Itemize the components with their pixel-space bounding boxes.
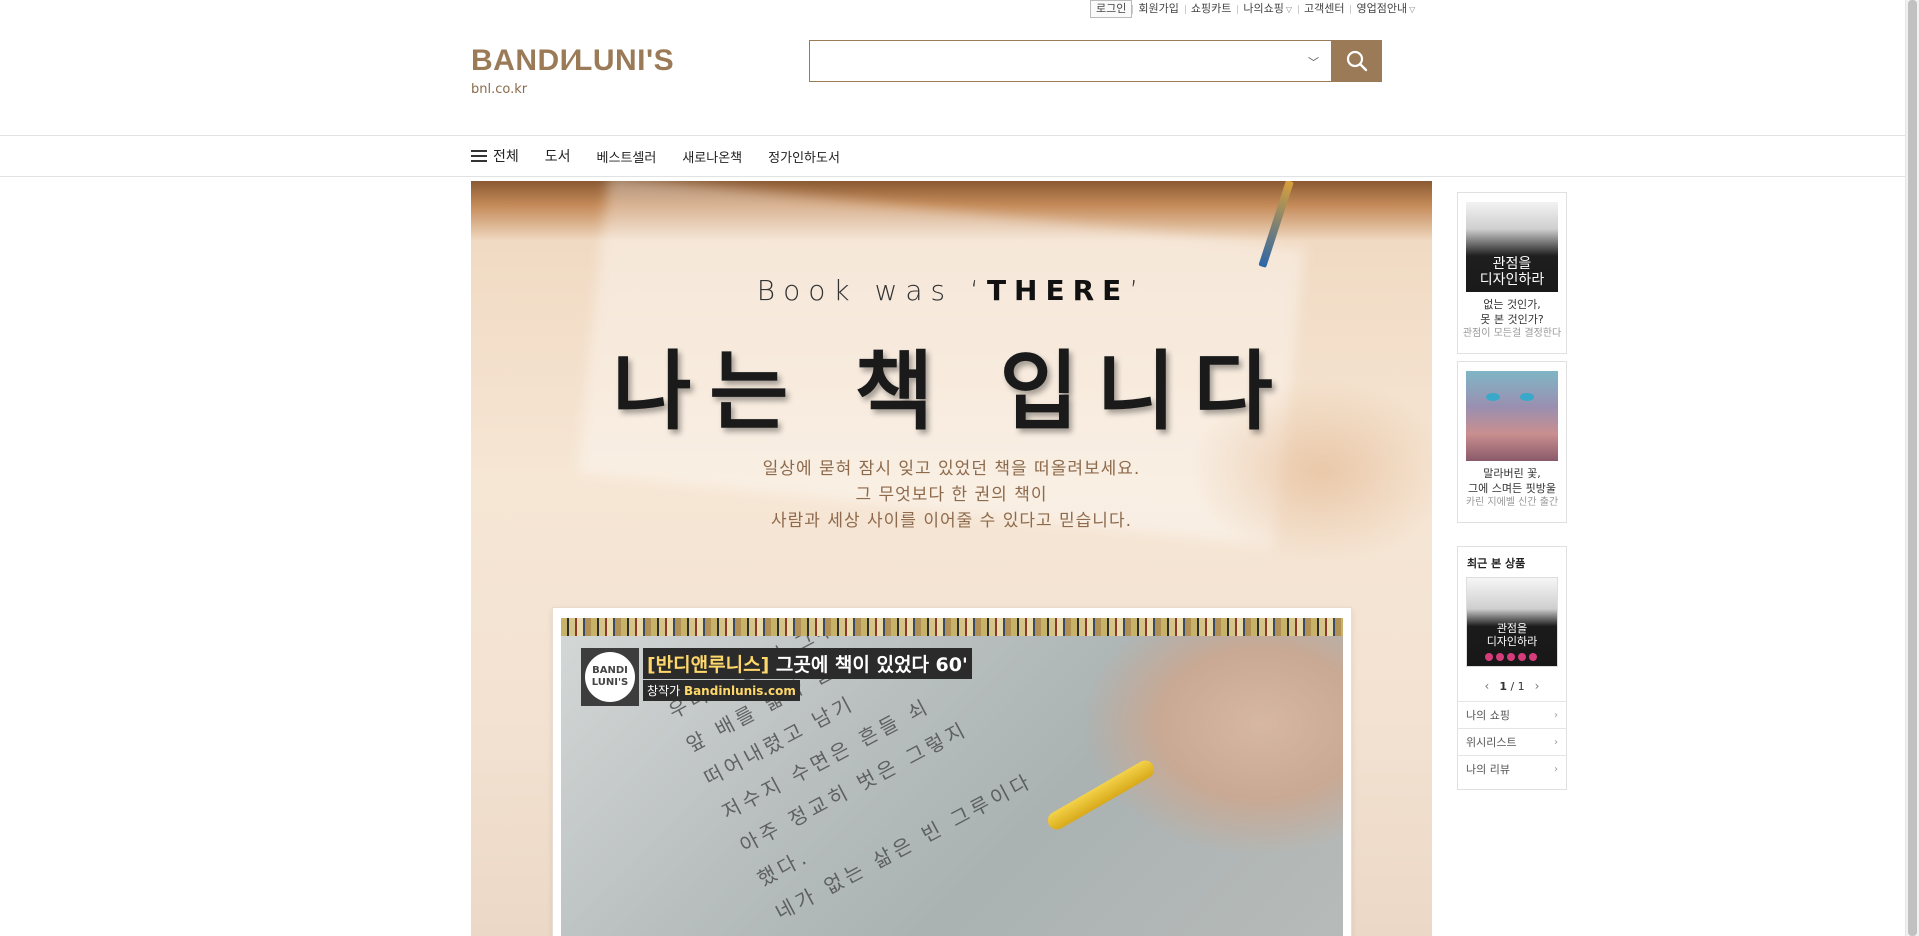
cover-dots xyxy=(1485,653,1537,661)
side-ad-2[interactable]: 말라버린 꽃, 그에 스며든 핏방울 카린 지에벨 신간 출간 xyxy=(1457,361,1567,523)
menu-icon xyxy=(471,150,487,162)
cover-title: 관점을 디자인하라 xyxy=(1486,622,1538,648)
recent-items-box: 최근 본 상품 관점을 디자인하라 ‹ 1 / 1 › 나의 쇼핑 › 위시리스트… xyxy=(1457,546,1567,790)
cover-title: 관점을 디자인하라 xyxy=(1479,256,1545,288)
nav-item-new-books[interactable]: 새로나온책 xyxy=(682,147,742,166)
scrollbar[interactable] xyxy=(1905,0,1919,936)
my-reviews-link[interactable]: 나의 리뷰 › xyxy=(1458,755,1566,782)
prev-arrow-icon[interactable]: ‹ xyxy=(1485,679,1490,693)
wishlist-link[interactable]: 위시리스트 › xyxy=(1458,728,1566,755)
side-ad-1[interactable]: 관점을 디자인하라 없는 것인가, 못 본 것인가? 관점이 모든걸 결정한다 xyxy=(1457,192,1567,354)
search-input[interactable] xyxy=(810,41,1331,81)
logo-domain: bnl.co.kr xyxy=(471,82,528,97)
pager-count: 1 / 1 xyxy=(1499,679,1525,693)
nav-item-bestseller[interactable]: 베스트셀러 xyxy=(597,147,657,166)
nav-all-menu[interactable]: 전체 xyxy=(471,146,519,166)
scrollbar-thumb[interactable] xyxy=(1908,0,1917,936)
channel-logo-text: BANDI LUNI'S xyxy=(585,652,635,702)
nav-item-books[interactable]: 도서 xyxy=(545,146,571,166)
video-channel[interactable]: 창작가 Bandinlunis.com xyxy=(643,680,800,701)
search-icon xyxy=(1346,50,1367,72)
chevron-right-icon: › xyxy=(1554,736,1558,748)
page: 로그인 회원가입 쇼핑카트 나의쇼핑 ▽ 고객센터 영업점안내 ▽ BANDI⁄LU… xyxy=(0,0,1919,936)
book-cover xyxy=(1466,371,1558,461)
site-logo[interactable]: BANDI⁄LUNI'S bnl.co.kr xyxy=(471,44,674,97)
utility-links: 로그인 회원가입 쇼핑카트 나의쇼핑 ▽ 고객센터 영업점안내 ▽ xyxy=(1090,0,1421,18)
search-box: ﹀ xyxy=(809,40,1331,82)
chevron-right-icon: › xyxy=(1554,709,1558,721)
logo-wordmark: BANDI⁄LUNI'S xyxy=(471,44,675,77)
search-button[interactable] xyxy=(1331,40,1382,82)
eye-graphic xyxy=(1486,393,1500,401)
main-nav: 전체 도서 베스트셀러 새로나온책 정가인하도서 xyxy=(0,135,1905,177)
ad-caption: 관점이 모든걸 결정한다 xyxy=(1462,328,1562,339)
login-link[interactable]: 로그인 xyxy=(1090,0,1133,18)
nav-item-discount-books[interactable]: 정가인하도서 xyxy=(768,147,840,166)
my-shopping-link[interactable]: 나의쇼핑 ▽ xyxy=(1237,0,1298,18)
chevron-down-icon: ▽ xyxy=(1409,5,1416,14)
eye-graphic xyxy=(1520,393,1534,401)
customer-center-link[interactable]: 고객센터 xyxy=(1297,0,1350,18)
signup-link[interactable]: 회원가입 xyxy=(1132,0,1184,18)
store-info-link[interactable]: 영업점안내 ▽ xyxy=(1350,0,1421,18)
recent-pager: ‹ 1 / 1 › xyxy=(1458,679,1566,693)
recent-items-title: 최근 본 상품 xyxy=(1467,557,1526,570)
video-thumbnail[interactable]: 우리는 텅 빈 그루 앞 배를 밟아 달아 떠어내렸고 남기 저수지 수면은 흔… xyxy=(561,636,1343,936)
book-cover: 관점을 디자인하라 xyxy=(1466,202,1558,292)
nav-all-label: 전체 xyxy=(493,149,519,165)
next-arrow-icon[interactable]: › xyxy=(1535,679,1540,693)
cart-link[interactable]: 쇼핑카트 xyxy=(1184,0,1237,18)
recent-item-cover[interactable]: 관점을 디자인하라 xyxy=(1466,577,1558,667)
search-bar: ﹀ xyxy=(809,40,1382,82)
ad-text: 없는 것인가, 못 본 것인가? xyxy=(1480,298,1544,326)
chevron-down-icon: ▽ xyxy=(1285,5,1292,14)
video-title[interactable]: [반디앤루니스] 그곳에 책이 있었다 60' xyxy=(643,648,972,679)
banner-headline: 나는 책 입니다 xyxy=(612,342,1291,442)
search-dropdown-icon[interactable]: ﹀ xyxy=(1308,54,1319,70)
channel-logo[interactable]: BANDI LUNI'S xyxy=(581,648,639,706)
banner-tagline: Book was ‘THERE’ xyxy=(756,274,1147,307)
bookshelf-strip xyxy=(561,618,1343,636)
chevron-right-icon: › xyxy=(1554,763,1558,775)
ad-caption: 카린 지에벨 신간 출간 xyxy=(1465,497,1559,508)
banner-description: 일상에 묻혀 잠시 잊고 있었던 책을 떠올려보세요. 그 무엇보다 한 권의 … xyxy=(762,459,1141,531)
main-banner: Book was ‘THERE’ 나는 책 입니다 일상에 묻혀 잠시 잊고 있… xyxy=(471,181,1432,936)
video-player[interactable]: 우리는 텅 빈 그루 앞 배를 밟아 달아 떠어내렸고 남기 저수지 수면은 흔… xyxy=(552,607,1352,936)
ad-text: 말라버린 꽃, 그에 스며든 핏방울 xyxy=(1468,467,1556,495)
my-shopping-link[interactable]: 나의 쇼핑 › xyxy=(1458,701,1566,728)
